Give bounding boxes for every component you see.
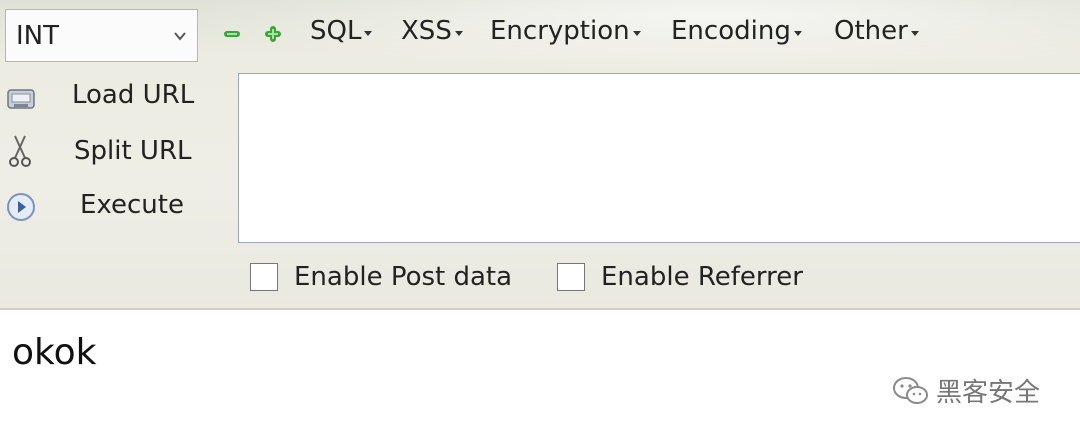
split-url-button[interactable]: Split URL	[0, 128, 236, 178]
url-textarea[interactable]	[238, 73, 1080, 243]
type-select-value: INT	[16, 20, 59, 51]
watermark: 黑客安全	[892, 372, 1040, 409]
enable-referrer-option[interactable]: Enable Referrer	[557, 262, 803, 292]
scissors-icon	[4, 134, 38, 168]
execute-button[interactable]: Execute	[0, 182, 236, 232]
menu-other[interactable]: Other	[834, 16, 919, 46]
menu-sql-label: SQL	[310, 16, 362, 46]
page-output-text: okok	[12, 332, 97, 373]
menu-sql[interactable]: SQL	[310, 16, 373, 46]
zoom-in-icon[interactable]	[263, 24, 283, 44]
referrer-label: Enable Referrer	[601, 262, 803, 292]
execute-play-icon	[4, 190, 38, 224]
load-url-icon	[4, 82, 38, 116]
dropdown-caret-icon	[910, 30, 919, 36]
hackbar-toolbar: INT SQL XSS Encryption Encoding Other Lo…	[0, 0, 1080, 310]
post-data-label: Enable Post data	[294, 262, 513, 292]
menu-xss-label: XSS	[401, 16, 452, 46]
menu-encryption[interactable]: Encryption	[490, 16, 641, 46]
execute-label: Execute	[80, 190, 184, 220]
enable-post-data-option[interactable]: Enable Post data	[250, 262, 512, 292]
menu-encoding-label: Encoding	[671, 16, 791, 46]
split-url-label: Split URL	[74, 136, 192, 166]
watermark-text: 黑客安全	[936, 378, 1041, 408]
dropdown-caret-icon	[793, 30, 802, 36]
load-url-label: Load URL	[72, 80, 195, 110]
referrer-checkbox[interactable]	[557, 263, 585, 291]
zoom-out-icon[interactable]	[222, 24, 242, 44]
menu-other-label: Other	[834, 16, 908, 46]
type-select[interactable]: INT	[5, 9, 198, 62]
menu-xss[interactable]: XSS	[401, 16, 463, 46]
menu-encryption-label: Encryption	[490, 16, 630, 46]
dropdown-caret-icon	[454, 30, 463, 36]
wechat-icon	[893, 376, 928, 404]
menu-encoding[interactable]: Encoding	[671, 16, 802, 46]
post-data-checkbox[interactable]	[250, 263, 278, 291]
load-url-button[interactable]: Load URL	[0, 72, 236, 122]
chevron-down-icon	[173, 29, 187, 43]
dropdown-caret-icon	[364, 30, 373, 36]
dropdown-caret-icon	[632, 30, 641, 36]
